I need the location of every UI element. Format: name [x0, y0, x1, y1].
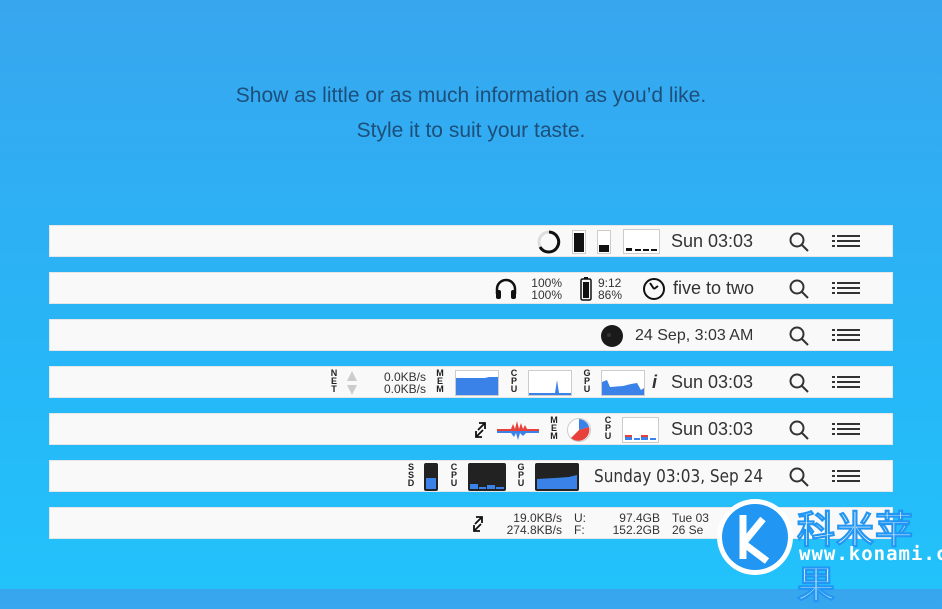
- cpu-label: CPU: [604, 415, 612, 441]
- gpu-graph: [601, 370, 645, 396]
- net-label: NET: [330, 368, 338, 394]
- memory-graph: [455, 370, 499, 396]
- headline: Show as little or as much information as…: [0, 78, 942, 148]
- battery-percent: 86%: [598, 288, 623, 302]
- watermark-logo: 科米苹果 www.konami.cc: [715, 497, 942, 608]
- net-speeds: 19.0KB/s 274.8KB/s: [486, 512, 562, 536]
- ssd-gauge: [424, 463, 438, 491]
- disk-gauge-icon: [597, 230, 611, 254]
- menubar-3: 24 Sep, 3:03 AM: [49, 319, 893, 351]
- cpu-history-graph: [623, 229, 660, 254]
- net-speeds: 0.0KB/s 0.0KB/s: [362, 371, 426, 395]
- ssd-label: SSD: [407, 462, 415, 488]
- headline-line1: Show as little or as much information as…: [235, 84, 707, 107]
- battery-info: 9:12 86%: [598, 277, 630, 301]
- headphones-right: 100%: [531, 288, 562, 302]
- clock[interactable]: Sun 03:03: [671, 231, 753, 252]
- moon-phase-icon: [601, 325, 623, 347]
- headline-line2: Style it to suit your taste.: [356, 119, 586, 142]
- menubar-4: NET 0.0KB/s 0.0KB/s MEM CPU GPU i Sun 03:…: [49, 366, 893, 398]
- free-label: F:: [574, 523, 585, 537]
- menubar-5: MEM CPU Sun 03:03: [49, 413, 893, 445]
- net-down: 274.8KB/s: [506, 523, 562, 537]
- network-graph: [497, 421, 539, 440]
- list-menu-icon[interactable]: [832, 375, 860, 391]
- watermark-url: www.konami.cc: [799, 543, 942, 565]
- network-arrows-icon: [475, 422, 486, 438]
- cpu-label: CPU: [510, 368, 518, 394]
- fuzzy-clock[interactable]: five to two: [673, 278, 754, 299]
- menubar-1: Sun 03:03: [49, 225, 893, 257]
- headphones-battery: 100% 100%: [520, 277, 562, 301]
- search-icon[interactable]: [788, 372, 810, 394]
- info-icon[interactable]: i: [652, 372, 657, 393]
- menubar-2: 100% 100% 9:12 86% five to two: [49, 272, 893, 304]
- search-icon[interactable]: [788, 278, 810, 300]
- date[interactable]: Tue 03 26 Se: [672, 512, 709, 536]
- memory-gauge-icon: [572, 230, 586, 254]
- search-icon[interactable]: [788, 231, 810, 253]
- list-menu-icon[interactable]: [832, 469, 860, 485]
- clock[interactable]: Sun 03:03: [671, 372, 753, 393]
- date-time[interactable]: 24 Sep, 3:03 AM: [635, 327, 753, 345]
- memory-pie-chart: [567, 418, 591, 442]
- clock-icon: [643, 278, 665, 300]
- gpu-label: GPU: [517, 462, 525, 488]
- mem-label: MEM: [550, 415, 558, 441]
- list-menu-icon[interactable]: [832, 234, 860, 250]
- cpu-dark-graph: [468, 463, 506, 491]
- search-icon[interactable]: [788, 325, 810, 347]
- net-arrows-icon: [347, 371, 357, 395]
- list-menu-icon[interactable]: [832, 328, 860, 344]
- gpu-dark-graph: [535, 463, 579, 491]
- date-time[interactable]: Sunday 03:03, Sep 24: [594, 466, 763, 487]
- cpu-label: CPU: [450, 462, 458, 488]
- list-menu-icon[interactable]: [832, 281, 860, 297]
- net-down: 0.0KB/s: [383, 382, 426, 396]
- mem-label: MEM: [436, 368, 444, 394]
- menubar-6: SSD CPU GPU Sunday 03:03, Sep 24: [49, 460, 893, 492]
- gpu-label: GPU: [583, 368, 591, 394]
- network-arrows-icon: [473, 516, 483, 532]
- disk-labels: U: F:: [574, 512, 586, 536]
- battery-icon: [580, 277, 592, 301]
- search-icon[interactable]: [788, 419, 810, 441]
- cpu-graph: [528, 370, 572, 396]
- disk-values: 97.4GB 152.2GB: [598, 512, 660, 536]
- headphones-icon: [495, 278, 517, 299]
- disk-free: 152.2GB: [612, 523, 660, 537]
- list-menu-icon[interactable]: [832, 422, 860, 438]
- clock[interactable]: Sun 03:03: [671, 419, 753, 440]
- search-icon[interactable]: [788, 466, 810, 488]
- cpu-ring-icon: [537, 230, 561, 254]
- date-line2: 26 Se: [672, 523, 704, 537]
- cpu-bar-graph: [622, 417, 659, 443]
